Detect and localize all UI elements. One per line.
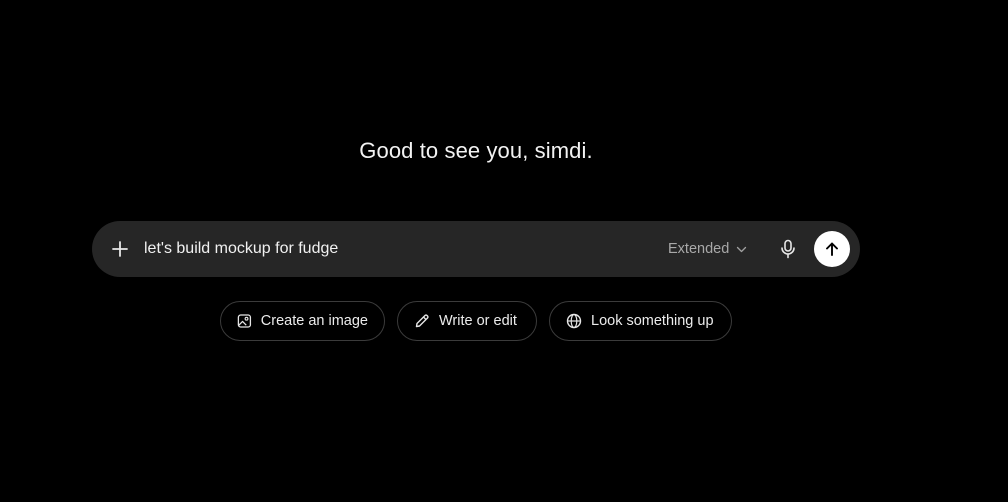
prompt-composer: Extended <box>92 221 860 277</box>
voice-input-button[interactable] <box>776 237 800 261</box>
suggestion-write-edit-button[interactable]: Write or edit <box>397 301 537 341</box>
image-icon <box>237 314 252 328</box>
greeting-title: Good to see you, simdi. <box>359 138 593 163</box>
page: Good to see you, simdi. Extended <box>0 0 1008 502</box>
suggestion-create-image-button[interactable]: Create an image <box>220 301 385 341</box>
suggestion-label: Create an image <box>260 313 368 329</box>
chevron-down-icon <box>737 246 747 252</box>
model-selector-label: Extended <box>668 241 730 257</box>
suggestion-look-up-button[interactable]: Look something up <box>549 301 732 341</box>
suggestion-label: Look something up <box>591 313 714 329</box>
plus-icon <box>112 241 128 257</box>
prompt-input[interactable] <box>144 237 604 261</box>
globe-icon <box>566 313 582 329</box>
pencil-icon <box>415 314 429 328</box>
suggestion-label: Write or edit <box>439 313 517 329</box>
add-attachment-button[interactable] <box>106 235 134 263</box>
send-button[interactable] <box>814 231 850 267</box>
arrow-up-icon <box>826 242 838 256</box>
model-selector-dropdown[interactable]: Extended <box>668 238 747 260</box>
microphone-icon <box>781 239 795 259</box>
